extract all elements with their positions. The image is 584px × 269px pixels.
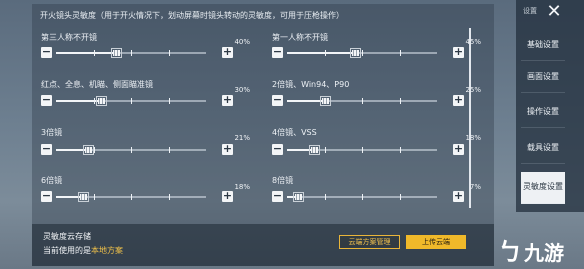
slider-handle[interactable] xyxy=(96,96,107,106)
slider-track[interactable] xyxy=(287,192,437,202)
logo-text: 九游 xyxy=(524,241,564,265)
slider-tick xyxy=(324,147,326,153)
slider-track[interactable] xyxy=(56,48,206,58)
slider-handle[interactable] xyxy=(319,96,331,106)
increase-button[interactable]: + xyxy=(222,46,233,58)
increase-button[interactable]: + xyxy=(453,94,464,106)
tab-sensitivity-settings[interactable]: 灵敏度设置 xyxy=(521,172,565,204)
increase-button[interactable]: + xyxy=(222,190,233,202)
decrease-button[interactable]: − xyxy=(272,190,283,202)
increase-button[interactable]: + xyxy=(453,190,464,202)
slider-tick xyxy=(362,147,363,153)
decrease-button[interactable]: − xyxy=(41,143,52,155)
slider-track[interactable] xyxy=(56,192,206,202)
increase-button[interactable]: + xyxy=(222,94,233,106)
slider-tick xyxy=(399,147,401,153)
decrease-button[interactable]: − xyxy=(41,46,52,58)
increase-button[interactable]: + xyxy=(222,143,233,155)
tab-display-settings[interactable]: 画面设置 xyxy=(521,62,565,93)
slider-track[interactable] xyxy=(287,48,437,58)
slider-tick xyxy=(93,147,95,153)
increase-button[interactable]: + xyxy=(453,46,464,58)
slider-track[interactable] xyxy=(287,145,437,155)
cloud-storage-title: 灵敏度云存储 xyxy=(43,232,91,241)
slider-tick xyxy=(93,194,95,200)
slider-tick xyxy=(168,194,170,200)
tab-vehicle-settings[interactable]: 载具设置 xyxy=(521,133,565,164)
slider-tick xyxy=(168,147,170,153)
slider-tick xyxy=(362,194,363,200)
slider-label: 红点、全息、机瞄、侧面瞄准镜 xyxy=(41,80,153,89)
slider-handle[interactable] xyxy=(111,48,122,58)
slider-label: 2倍镜、Win94、P90 xyxy=(272,80,350,89)
slider-tick xyxy=(399,98,401,104)
slider-tick xyxy=(93,50,95,56)
decrease-button[interactable]: − xyxy=(272,143,283,155)
tab-control-settings[interactable]: 操作设置 xyxy=(521,97,565,128)
slider-value: 21% xyxy=(234,134,250,142)
current-plan-name: 本地方案 xyxy=(91,246,123,255)
current-plan-prefix: 当前使用的是 xyxy=(43,246,91,255)
slider-tick xyxy=(168,98,170,104)
current-plan-text: 当前使用的是本地方案 xyxy=(43,245,123,256)
decrease-button[interactable]: − xyxy=(272,46,283,58)
slider-label: 4倍镜、VSS xyxy=(272,128,317,137)
slider-tick xyxy=(399,194,401,200)
jiuyou-logo-icon: ㄅ xyxy=(498,238,522,266)
cloud-plan-manage-button[interactable]: 云端方案管理 xyxy=(339,235,400,249)
slider-label: 8倍镜 xyxy=(272,176,294,185)
slider-fill xyxy=(56,52,116,54)
slider-tick xyxy=(131,147,132,153)
jiuyou-logo: ㄅ九游 xyxy=(498,232,564,267)
slider-tick xyxy=(362,98,363,104)
slider-value: 18% xyxy=(465,134,481,142)
slider-tick xyxy=(362,50,363,56)
scrollbar[interactable] xyxy=(469,28,471,208)
slider-tick xyxy=(131,50,132,56)
slider-tick xyxy=(399,50,401,56)
slider-tick xyxy=(324,50,326,56)
scrollbar-thumb[interactable] xyxy=(469,28,471,208)
close-icon[interactable]: ✕ xyxy=(540,0,568,24)
tab-basic-settings[interactable]: 基础设置 xyxy=(521,30,565,61)
slider-label: 第三人称不开镜 xyxy=(41,33,97,42)
slider-tick xyxy=(93,98,95,104)
slider-label: 第一人称不开镜 xyxy=(272,33,328,42)
settings-title: 设置 xyxy=(523,7,537,15)
slider-tick xyxy=(131,194,132,200)
slider-fill xyxy=(287,52,355,54)
slider-handle[interactable] xyxy=(82,145,94,155)
slider-handle[interactable] xyxy=(309,145,320,155)
slider-track[interactable] xyxy=(56,96,206,106)
slider-tick xyxy=(168,50,170,56)
slider-track[interactable] xyxy=(287,96,437,106)
slider-handle[interactable] xyxy=(292,192,304,202)
slider-track[interactable] xyxy=(56,145,206,155)
slider-handle[interactable] xyxy=(78,192,89,202)
slider-tick xyxy=(131,98,132,104)
decrease-button[interactable]: − xyxy=(41,190,52,202)
section-header: 开火镜头灵敏度（用于开火情况下，划动屏幕时镜头转动的灵敏度，可用于压枪操作） xyxy=(40,11,344,20)
upload-cloud-button[interactable]: 上传云端 xyxy=(406,235,466,249)
slider-handle[interactable] xyxy=(349,48,361,58)
slider-label: 3倍镜 xyxy=(41,128,63,137)
decrease-button[interactable]: − xyxy=(272,94,283,106)
increase-button[interactable]: + xyxy=(453,143,464,155)
slider-label: 6倍镜 xyxy=(41,176,63,185)
decrease-button[interactable]: − xyxy=(41,94,52,106)
slider-tick xyxy=(324,194,326,200)
